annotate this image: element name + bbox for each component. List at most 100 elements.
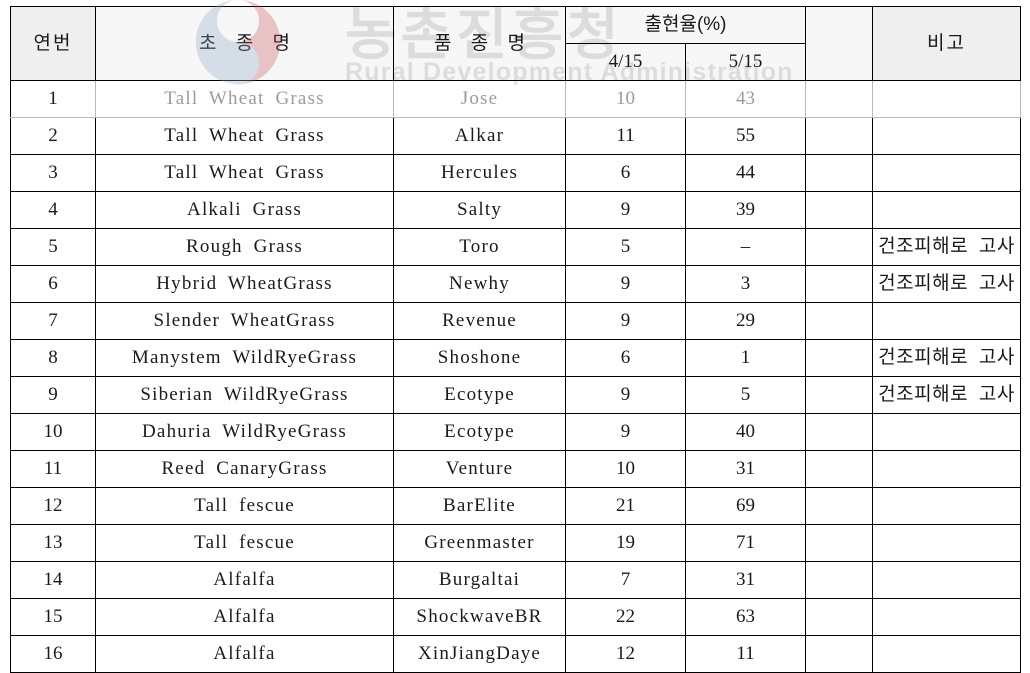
cell-remark <box>872 154 1021 192</box>
cell-species: Tall Wheat Grass <box>95 117 394 155</box>
cell-rate-5-15: 71 <box>685 524 806 562</box>
cell-remark <box>872 191 1021 229</box>
table-row: 6 Hybrid WheatGrass Newhy 9 3 건조피해로 고사 <box>10 265 1021 303</box>
cell-variety: ShockwaveBR <box>393 598 566 636</box>
cell-remark <box>872 413 1021 451</box>
cell-rate-4-15: 12 <box>565 635 686 673</box>
emergence-rate-table: 연번 초 종 명 품 종 명 출현율(%) 비고 4/15 5/15 1 Tall… <box>10 6 1021 673</box>
cell-rate-5-15: 5 <box>685 376 806 414</box>
cell-species: Reed CanaryGrass <box>95 450 394 488</box>
cell-rate-5-15: 1 <box>685 339 806 377</box>
cell-remark <box>872 117 1021 155</box>
table-row: 7 Slender WheatGrass Revenue 9 29 <box>10 302 1021 340</box>
table-row: 9 Siberian WildRyeGrass Ecotype 9 5 건조피해로 고사 <box>10 376 1021 414</box>
table-row: 10 Dahuria WildRyeGrass Ecotype 9 40 <box>10 413 1021 451</box>
cell-spacer <box>805 413 873 451</box>
cell-species: Alfalfa <box>95 635 394 673</box>
cell-no: 1 <box>10 80 96 118</box>
cell-rate-4-15: 19 <box>565 524 686 562</box>
cell-no: 11 <box>10 450 96 488</box>
cell-species: Tall fescue <box>95 487 394 525</box>
table-body: 1 Tall Wheat Grass Jose 10 43 2 Tall Wheat Gra… <box>10 80 1021 673</box>
cell-remark <box>872 80 1021 118</box>
cell-variety: Ecotype <box>393 376 566 414</box>
cell-spacer <box>805 450 873 488</box>
cell-rate-5-15: 31 <box>685 450 806 488</box>
cell-remark: 건조피해로 고사 <box>872 228 1021 266</box>
cell-spacer <box>805 376 873 414</box>
cell-rate-4-15: 22 <box>565 598 686 636</box>
cell-spacer <box>805 117 873 155</box>
table-row: 8 Manystem WildRyeGrass Shoshone 6 1 건조피해로 고사 <box>10 339 1021 377</box>
cell-variety: XinJiangDaye <box>393 635 566 673</box>
table-row: 16 Alfalfa XinJiangDaye 12 11 <box>10 635 1021 673</box>
cell-no: 15 <box>10 598 96 636</box>
cell-spacer <box>805 598 873 636</box>
header-date-4-15: 4/15 <box>565 43 686 81</box>
cell-rate-4-15: 10 <box>565 80 686 118</box>
cell-rate-4-15: 9 <box>565 265 686 303</box>
table-row: 5 Rough Grass Toro 5– 건조피해로 고사 <box>10 228 1021 266</box>
cell-spacer <box>805 524 873 562</box>
table-row: 4 Alkali Grass Salty 9 39 <box>10 191 1021 229</box>
cell-rate-5-15: 29 <box>685 302 806 340</box>
cell-no: 6 <box>10 265 96 303</box>
cell-remark <box>872 524 1021 562</box>
cell-rate-4-15: 9 <box>565 191 686 229</box>
cell-remark <box>872 450 1021 488</box>
cell-no: 4 <box>10 191 96 229</box>
cell-species: Alfalfa <box>95 561 394 599</box>
cell-variety: Ecotype <box>393 413 566 451</box>
cell-rate-5-15: 31 <box>685 561 806 599</box>
cell-remark <box>872 561 1021 599</box>
cell-species: Rough Grass <box>95 228 394 266</box>
cell-rate-4-15: 5 <box>565 228 686 266</box>
cell-species: Tall Wheat Grass <box>95 80 394 118</box>
cell-variety: Shoshone <box>393 339 566 377</box>
cell-rate-5-15: 44 <box>685 154 806 192</box>
cell-species: Slender WheatGrass <box>95 302 394 340</box>
cell-spacer <box>805 191 873 229</box>
cell-species: Manystem WildRyeGrass <box>95 339 394 377</box>
table-row: 1 Tall Wheat Grass Jose 10 43 <box>10 80 1021 118</box>
cell-rate-4-15: 6 <box>565 339 686 377</box>
table-row: 15 Alfalfa ShockwaveBR 22 63 <box>10 598 1021 636</box>
cell-spacer <box>805 265 873 303</box>
header-no: 연번 <box>10 6 96 81</box>
cell-remark <box>872 302 1021 340</box>
cell-no: 14 <box>10 561 96 599</box>
table-row: 2 Tall Wheat Grass Alkar 11 55 <box>10 117 1021 155</box>
cell-spacer <box>805 80 873 118</box>
cell-variety: BarElite <box>393 487 566 525</box>
cell-species: Dahuria WildRyeGrass <box>95 413 394 451</box>
cell-rate-4-15: 7 <box>565 561 686 599</box>
cell-rate-5-15: 3 <box>685 265 806 303</box>
header-date-5-15: 5/15 <box>685 43 806 81</box>
cell-no: 16 <box>10 635 96 673</box>
cell-no: 13 <box>10 524 96 562</box>
cell-no: 3 <box>10 154 96 192</box>
header-row-primary: 연번 초 종 명 품 종 명 출현율(%) 비고 <box>10 6 1021 81</box>
cell-variety: Hercules <box>393 154 566 192</box>
cell-no: 9 <box>10 376 96 414</box>
table-header: 연번 초 종 명 품 종 명 출현율(%) 비고 4/15 5/15 <box>10 6 1021 81</box>
cell-spacer <box>805 302 873 340</box>
cell-rate-5-15: 11 <box>685 635 806 673</box>
table-row: 14 Alfalfa Burgaltai 7 31 <box>10 561 1021 599</box>
cell-no: 12 <box>10 487 96 525</box>
cell-spacer <box>805 487 873 525</box>
cell-no: 10 <box>10 413 96 451</box>
cell-species: Tall fescue <box>95 524 394 562</box>
table-row: 13 Tall fescue Greenmaster 19 71 <box>10 524 1021 562</box>
cell-spacer <box>805 339 873 377</box>
table-row: 11 Reed CanaryGrass Venture 10 31 <box>10 450 1021 488</box>
cell-rate-4-15: 9 <box>565 302 686 340</box>
cell-remark <box>872 635 1021 673</box>
cell-spacer <box>805 228 873 266</box>
cell-spacer <box>805 154 873 192</box>
cell-rate-4-15: 10 <box>565 450 686 488</box>
cell-rate-5-15: 39 <box>685 191 806 229</box>
cell-species: Siberian WildRyeGrass <box>95 376 394 414</box>
cell-rate-5-15: 69 <box>685 487 806 525</box>
cell-rate-4-15: 21 <box>565 487 686 525</box>
